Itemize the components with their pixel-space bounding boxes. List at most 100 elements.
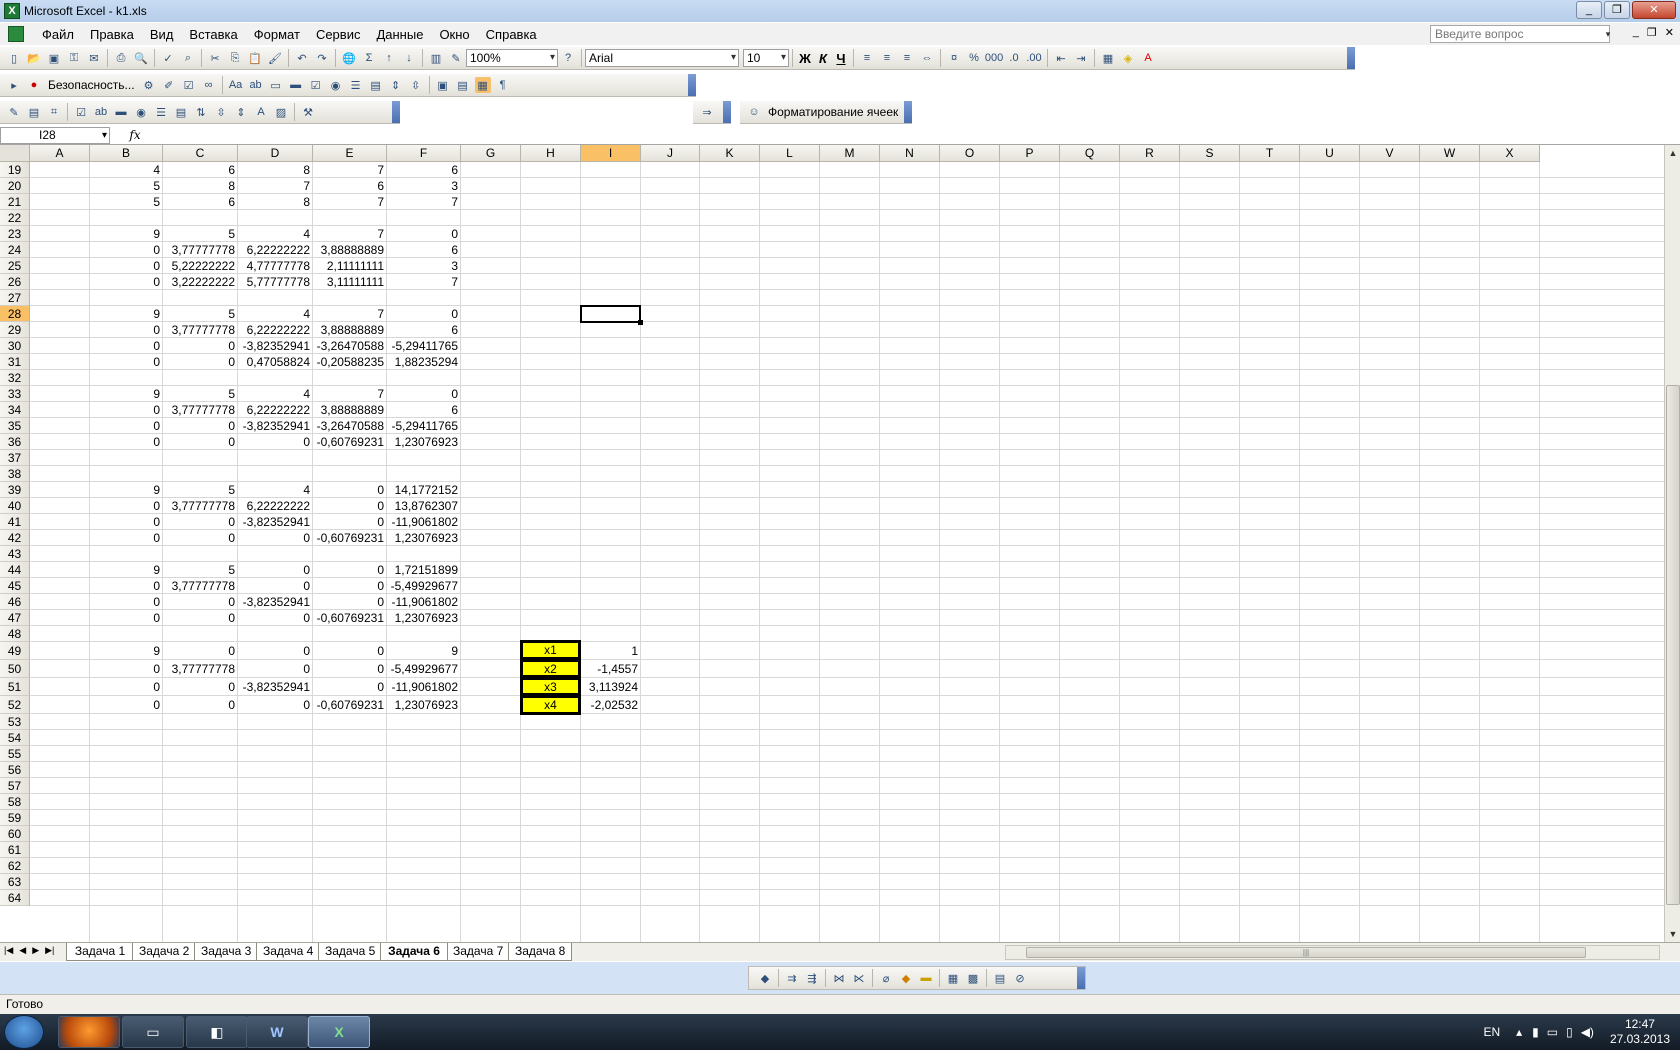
cell-f41[interactable]: -11,9061802 bbox=[387, 514, 461, 530]
row-header-33[interactable]: 33 bbox=[0, 386, 30, 402]
borders-icon[interactable]: ▦ bbox=[1100, 50, 1116, 66]
group-box-icon[interactable]: ▭ bbox=[268, 77, 284, 93]
row-header-47[interactable]: 47 bbox=[0, 610, 30, 626]
row-header-42[interactable]: 42 bbox=[0, 530, 30, 546]
column-header-o[interactable]: O bbox=[940, 145, 1000, 162]
button-control-icon[interactable]: ▬ bbox=[288, 77, 304, 93]
evaluate-formula-icon[interactable]: ▤ bbox=[992, 970, 1008, 986]
remove-all-arrows-icon[interactable]: ⋉ bbox=[851, 970, 867, 986]
row-header-34[interactable]: 34 bbox=[0, 402, 30, 418]
column-header-w[interactable]: W bbox=[1420, 145, 1480, 162]
cell-e50[interactable]: 0 bbox=[313, 660, 387, 678]
horizontal-scroll-thumb[interactable]: ||| bbox=[1026, 947, 1586, 958]
cell-e36[interactable]: -0,60769231 bbox=[313, 434, 387, 450]
cell-f46[interactable]: -11,9061802 bbox=[387, 594, 461, 610]
sheet-tab-6[interactable]: Задача 6 bbox=[380, 943, 448, 961]
cell-f40[interactable]: 13,8762307 bbox=[387, 498, 461, 514]
cell-b21[interactable]: 5 bbox=[90, 194, 163, 210]
cell-e21[interactable]: 7 bbox=[313, 194, 387, 210]
menu-insert[interactable]: Вставка bbox=[181, 27, 245, 42]
align-left-icon[interactable]: ≡ bbox=[859, 50, 875, 66]
cell-d24[interactable]: 6,22222222 bbox=[238, 242, 313, 258]
row-header-52[interactable]: 52 bbox=[0, 696, 30, 714]
cell-c47[interactable]: 0 bbox=[163, 610, 238, 626]
menu-help[interactable]: Справка bbox=[478, 27, 545, 42]
cell-d50[interactable]: 0 bbox=[238, 660, 313, 678]
row-header-38[interactable]: 38 bbox=[0, 466, 30, 482]
row-header-62[interactable]: 62 bbox=[0, 858, 30, 874]
column-header-b[interactable]: B bbox=[90, 145, 163, 162]
toolbar-handle-icon[interactable]: ▸ bbox=[6, 77, 22, 93]
cell-b20[interactable]: 5 bbox=[90, 178, 163, 194]
cell-f44[interactable]: 1,72151899 bbox=[387, 562, 461, 578]
underline-button[interactable]: Ч bbox=[832, 51, 850, 66]
row-header-60[interactable]: 60 bbox=[0, 826, 30, 842]
increase-decimal-icon[interactable]: .0 bbox=[1006, 50, 1022, 66]
help-icon[interactable]: ? bbox=[560, 50, 576, 66]
new-comment-icon[interactable]: ▬ bbox=[918, 970, 934, 986]
copy-icon[interactable]: ⎘ bbox=[227, 50, 243, 66]
cell-b33[interactable]: 9 bbox=[90, 386, 163, 402]
sort-desc-icon[interactable]: ↓ bbox=[401, 50, 417, 66]
cell-b46[interactable]: 0 bbox=[90, 594, 163, 610]
cell-b30[interactable]: 0 bbox=[90, 338, 163, 354]
cell-f50[interactable]: -5,49929677 bbox=[387, 660, 461, 678]
cell-c23[interactable]: 5 bbox=[163, 226, 238, 242]
menu-data[interactable]: Данные bbox=[368, 27, 431, 42]
cell-d46[interactable]: -3,82352941 bbox=[238, 594, 313, 610]
cell-c52[interactable]: 0 bbox=[163, 696, 238, 714]
spelling-icon[interactable]: ✓ bbox=[160, 50, 176, 66]
sheet-tab-2[interactable]: Задача 2 bbox=[132, 943, 196, 961]
cell-f29[interactable]: 6 bbox=[387, 322, 461, 338]
cell-e47[interactable]: -0,60769231 bbox=[313, 610, 387, 626]
option-icon[interactable]: ◉ bbox=[133, 104, 149, 120]
cell-c46[interactable]: 0 bbox=[163, 594, 238, 610]
cell-e25[interactable]: 2,11111111 bbox=[313, 258, 387, 274]
cell-b47[interactable]: 0 bbox=[90, 610, 163, 626]
checkbox-control-icon[interactable]: ☑ bbox=[308, 77, 324, 93]
cell-d29[interactable]: 6,22222222 bbox=[238, 322, 313, 338]
cell-d19[interactable]: 8 bbox=[238, 162, 313, 178]
cell-c20[interactable]: 8 bbox=[163, 178, 238, 194]
close-button[interactable]: ✕ bbox=[1632, 1, 1676, 19]
cell-f24[interactable]: 6 bbox=[387, 242, 461, 258]
toolbar6-options-icon[interactable] bbox=[1077, 967, 1085, 989]
merge-center-icon[interactable]: ⇔ bbox=[919, 50, 935, 66]
cell-f21[interactable]: 7 bbox=[387, 194, 461, 210]
autosum-icon[interactable]: Σ bbox=[361, 50, 377, 66]
row-header-61[interactable]: 61 bbox=[0, 842, 30, 858]
cell-e35[interactable]: -3,26470588 bbox=[313, 418, 387, 434]
cell-d47[interactable]: 0 bbox=[238, 610, 313, 626]
open-icon[interactable]: 📂 bbox=[26, 50, 42, 66]
menu-format[interactable]: Формат bbox=[246, 27, 308, 42]
cell-b51[interactable]: 0 bbox=[90, 678, 163, 696]
cell-c49[interactable]: 0 bbox=[163, 642, 238, 660]
column-header-p[interactable]: P bbox=[1000, 145, 1060, 162]
row-header-43[interactable]: 43 bbox=[0, 546, 30, 562]
grid-toggle-icon[interactable]: ▦ bbox=[474, 77, 491, 93]
formula-audit-icon[interactable]: ⊘ bbox=[1012, 970, 1028, 986]
toolbar5-options-icon[interactable] bbox=[904, 101, 912, 123]
row-header-35[interactable]: 35 bbox=[0, 418, 30, 434]
column-header-x[interactable]: X bbox=[1480, 145, 1540, 162]
cell-d23[interactable]: 4 bbox=[238, 226, 313, 242]
cell-b29[interactable]: 0 bbox=[90, 322, 163, 338]
row-header-54[interactable]: 54 bbox=[0, 730, 30, 746]
cell-b26[interactable]: 0 bbox=[90, 274, 163, 290]
cell-b34[interactable]: 0 bbox=[90, 402, 163, 418]
combobox-icon[interactable]: ▤ bbox=[368, 77, 384, 93]
column-header-i[interactable]: I bbox=[581, 145, 641, 162]
toolbar-options-icon[interactable] bbox=[1347, 47, 1355, 69]
cell-d26[interactable]: 5,77777778 bbox=[238, 274, 313, 290]
cell-d31[interactable]: 0,47058824 bbox=[238, 354, 313, 370]
text-field-icon[interactable]: ab bbox=[248, 77, 264, 93]
row-header-41[interactable]: 41 bbox=[0, 514, 30, 530]
column-header-r[interactable]: R bbox=[1120, 145, 1180, 162]
cell-e26[interactable]: 3,11111111 bbox=[313, 274, 387, 290]
row-header-23[interactable]: 23 bbox=[0, 226, 30, 242]
arrow-right-icon[interactable]: ⇒ bbox=[699, 104, 715, 120]
doc-restore-button[interactable]: ❐ bbox=[1647, 26, 1657, 39]
row-header-58[interactable]: 58 bbox=[0, 794, 30, 810]
cell-f47[interactable]: 1,23076923 bbox=[387, 610, 461, 626]
cell-e34[interactable]: 3,88888889 bbox=[313, 402, 387, 418]
